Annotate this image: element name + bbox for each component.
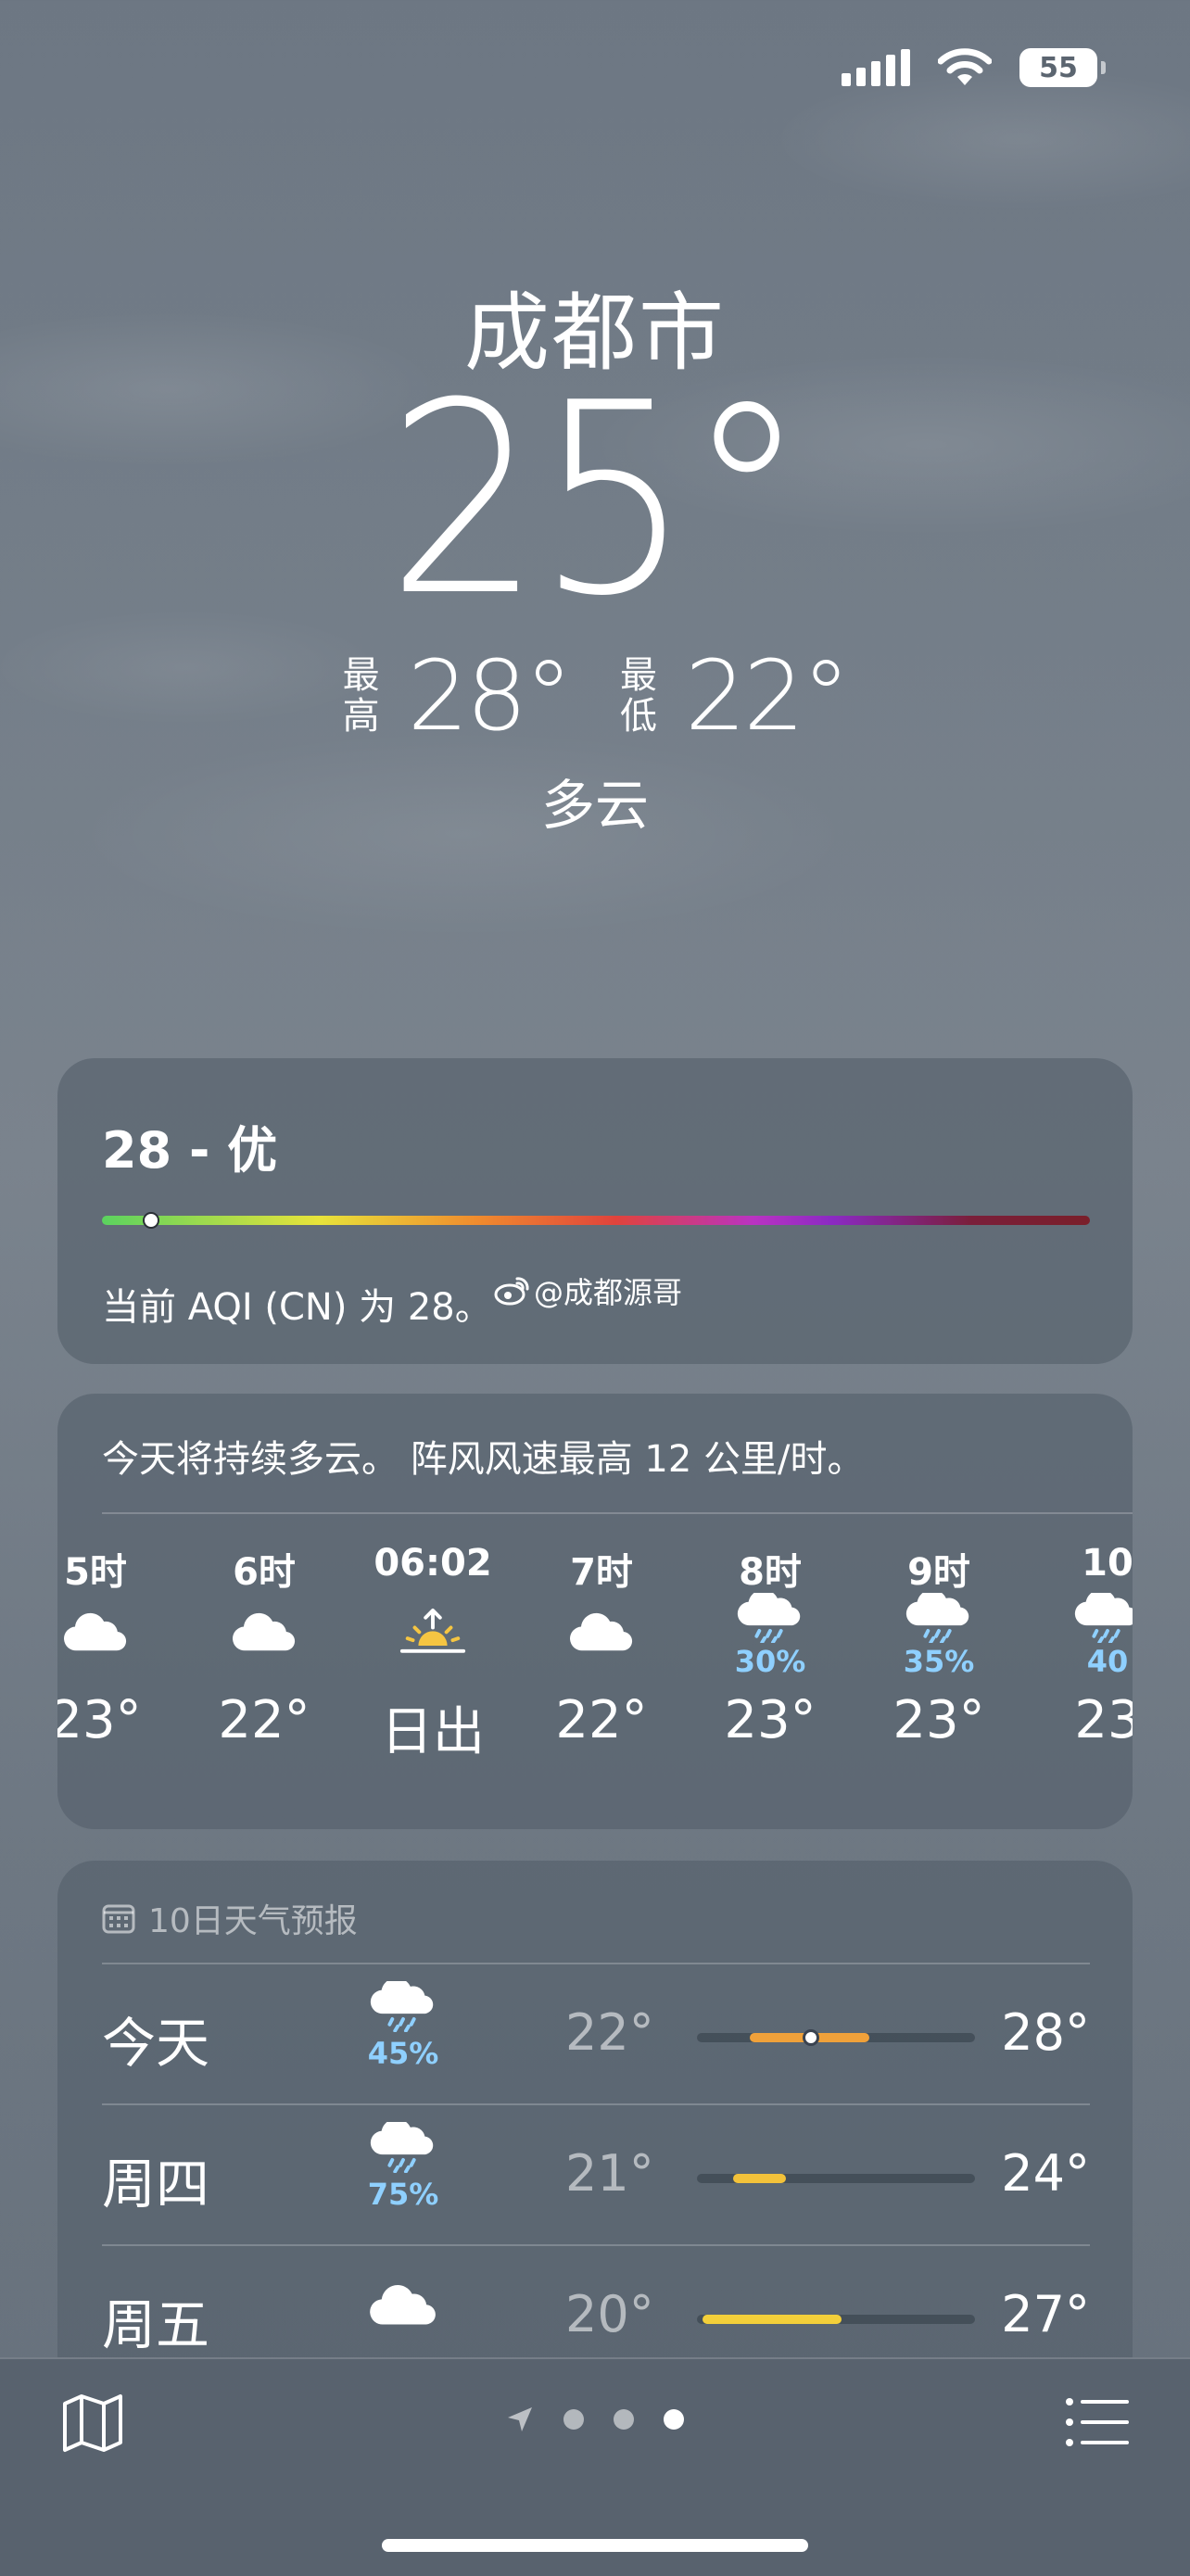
temp-range-bar (697, 2029, 975, 2046)
hourly-item: 06:02 日出 (354, 1542, 512, 1765)
high-temp: 24° (1001, 2144, 1090, 2203)
cloud-icon (61, 1611, 130, 1658)
low-label: 最低 (620, 654, 657, 738)
hour-temperature: 23° (57, 1690, 142, 1750)
hour-time: 06:02 (373, 1542, 492, 1585)
hour-time: 10 (1082, 1542, 1133, 1585)
hourly-item: 7时 22° (523, 1542, 680, 1750)
precip-chance: 45% (367, 2035, 439, 2071)
low-temp: 22° (565, 2003, 654, 2062)
bottom-toolbar (0, 2357, 1190, 2576)
temp-range-bar (697, 2315, 975, 2324)
hour-time: 7时 (570, 1551, 633, 1594)
hour-temperature: 23° (724, 1690, 817, 1750)
hourly-forecast-card[interactable]: 今天将持续多云。 阵风风速最高 12 公里/时。 5时 23° 6时 22° 06:02… (57, 1394, 1133, 1829)
hour-temperature: 日出 (381, 1702, 485, 1762)
hour-temperature: 22° (555, 1690, 648, 1750)
page-dot[interactable] (563, 2409, 584, 2430)
high-low-temps: 最高 28° 最低 22° (0, 639, 1190, 752)
ten-day-title: 10日天气预报 (148, 1902, 358, 1940)
home-indicator (382, 2539, 808, 2552)
air-quality-card[interactable]: 28 - 优 当前 AQI (CN) 为 28。 @成都源哥 (57, 1058, 1133, 1364)
cloud-icon (230, 1611, 298, 1658)
forecast-summary: 今天将持续多云。 阵风风速最高 12 公里/时。 (102, 1438, 865, 1481)
calendar-icon (102, 1904, 135, 1934)
hourly-item: 6时 22° (185, 1542, 343, 1750)
ten-day-header: 10日天气预报 (102, 1894, 358, 1942)
precip-chance: 75% (367, 2176, 439, 2212)
precip-chance: 30% (734, 1644, 806, 1680)
cloud-rain-icon (367, 2118, 439, 2177)
high-temperature: 28° (407, 639, 573, 752)
hour-time: 6时 (233, 1551, 296, 1594)
day-label: 周四 (102, 2153, 210, 2216)
daily-row[interactable]: 周四 75% 21° 24° (102, 2103, 1090, 2244)
cloud-rain-icon (1071, 1589, 1133, 1648)
precip-chance: 35% (903, 1644, 975, 1680)
sunrise-icon (397, 1608, 469, 1662)
aqi-value: 28 - 优 (102, 1121, 278, 1180)
high-temp: 28° (1001, 2003, 1090, 2062)
hour-time: 5时 (64, 1551, 127, 1594)
hourly-item: 9时 35% 23° (860, 1542, 1018, 1750)
watermark: @成都源哥 (493, 1269, 682, 1312)
hour-temperature: 22° (218, 1690, 310, 1750)
cloud-icon (567, 1611, 636, 1658)
hour-temperature: 23 (1074, 1690, 1133, 1750)
hourly-item: 8时 30% 23° (691, 1542, 849, 1750)
battery-indicator: 55 (1019, 48, 1106, 87)
day-label: 今天 (102, 2012, 210, 2075)
weather-condition: 多云 (540, 774, 649, 837)
temp-range-fill (703, 2315, 842, 2324)
precip-chance: 40 (1086, 1644, 1129, 1680)
daily-row[interactable]: 今天 45% 22° 28° (102, 1963, 1090, 2103)
high-temp: 27° (1001, 2285, 1090, 2343)
status-bar: 55 (842, 48, 1106, 87)
divider (102, 1512, 1133, 1514)
location-arrow-icon[interactable] (506, 2406, 534, 2433)
temp-range-bar (697, 2174, 975, 2183)
current-temp-marker (803, 2029, 819, 2046)
cloud-icon (367, 2284, 439, 2331)
weibo-icon (494, 1277, 529, 1306)
current-temperature: 25° (386, 347, 808, 654)
page-dots[interactable] (563, 2409, 684, 2430)
battery-level: 55 (1039, 51, 1078, 84)
hour-time: 9时 (907, 1551, 970, 1594)
cloud-rain-icon (734, 1589, 806, 1648)
low-temperature: 22° (685, 639, 850, 752)
cloud-rain-icon (903, 1589, 975, 1648)
cellular-signal-icon (842, 49, 910, 86)
hourly-item: 5时 23° (57, 1542, 174, 1750)
aqi-indicator (143, 1212, 160, 1229)
hourly-item: 10 40 23 (1029, 1542, 1133, 1750)
wifi-icon (938, 48, 992, 85)
day-label: 周五 (102, 2293, 210, 2356)
temp-range-fill (733, 2174, 786, 2183)
low-temp: 21° (565, 2144, 654, 2203)
page-dot[interactable] (614, 2409, 634, 2430)
aqi-description: 当前 AQI (CN) 为 28。 (102, 1286, 492, 1329)
hour-time: 8时 (739, 1551, 802, 1594)
aqi-scale-bar (102, 1212, 1090, 1229)
page-dot[interactable] (664, 2409, 684, 2430)
page-indicator[interactable] (0, 2406, 1190, 2433)
watermark-text: @成都源哥 (534, 1275, 683, 1310)
list-icon[interactable] (1064, 2393, 1131, 2452)
hour-temperature: 23° (892, 1690, 985, 1750)
low-temp: 20° (565, 2285, 654, 2343)
cloud-rain-icon (367, 1977, 439, 2036)
high-label: 最高 (342, 654, 380, 738)
